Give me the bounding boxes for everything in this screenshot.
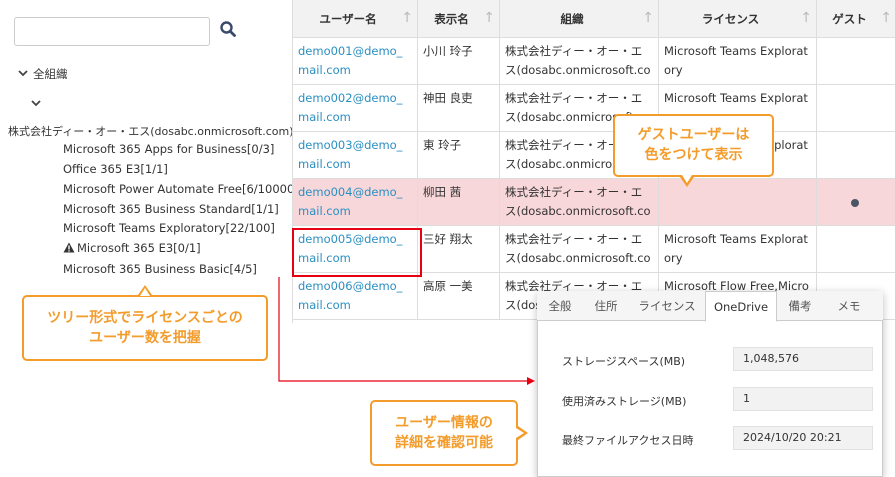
cell-username[interactable]: demo001@demo_mail.com bbox=[293, 38, 418, 84]
column-header-organization[interactable]: 組織 ↑ bbox=[500, 0, 659, 38]
chevron-down-icon[interactable] bbox=[30, 98, 42, 108]
cell-license: Microsoft Teams Exploratory bbox=[659, 38, 817, 84]
column-header-username[interactable]: ユーザー名 ↑ bbox=[293, 0, 418, 38]
tree-item-license[interactable]: Microsoft 365 Apps for Business[0/3] bbox=[63, 142, 274, 156]
tab-notes[interactable]: 備考 bbox=[777, 291, 823, 321]
cell-organization: 株式会社ディー・オー・エス(dosabc.onmicrosoft.com) bbox=[500, 38, 659, 84]
cell-display-name: 三好 翔太 bbox=[418, 226, 500, 272]
header-label: ライセンス bbox=[701, 12, 760, 26]
cell-guest bbox=[817, 38, 895, 84]
cell-username[interactable]: demo003@demo_mail.com bbox=[293, 132, 418, 178]
cell-organization: 株式会社ディー・オー・エス(dosabc.onmicrosoft.com) bbox=[500, 179, 659, 225]
detail-tabs: 全般 住所 ライセンス OneDrive 備考 メモ bbox=[537, 291, 883, 322]
chevron-down-icon[interactable] bbox=[17, 68, 29, 78]
tab-memo[interactable]: メモ bbox=[823, 291, 875, 321]
tab-license[interactable]: ライセンス bbox=[629, 291, 705, 321]
cell-display-name: 東 玲子 bbox=[418, 132, 500, 178]
guest-dot-icon bbox=[851, 199, 859, 207]
cell-guest bbox=[817, 85, 895, 131]
header-label: 組織 bbox=[560, 12, 584, 26]
search-icon bbox=[220, 21, 236, 37]
table-row[interactable]: demo001@demo_mail.com 小川 玲子 株式会社ディー・オー・エス(… bbox=[293, 38, 895, 85]
callout-tree-license: ツリー形式でライセンスごとの ユーザー数を把握 bbox=[22, 295, 268, 361]
cell-username[interactable]: demo004@demo_mail.com bbox=[293, 179, 418, 225]
last-access-label: 最終ファイルアクセス日時 bbox=[562, 434, 694, 447]
header-label: ゲスト bbox=[832, 12, 867, 26]
callout-guest-color: ゲストユーザーは 色をつけて表示 bbox=[613, 114, 774, 177]
tree-item-license[interactable]: Office 365 E3[1/1] bbox=[63, 162, 168, 176]
cell-guest bbox=[817, 132, 895, 178]
callout-tail bbox=[516, 428, 524, 438]
cell-username[interactable]: demo006@demo_mail.com bbox=[293, 273, 418, 319]
storage-space-label: ストレージスペース(MB) bbox=[562, 355, 686, 368]
header-label: ユーザー名 bbox=[319, 12, 377, 26]
used-storage-label: 使用済みストレージ(MB) bbox=[562, 395, 687, 408]
license-tree-panel: 全組織 株式会社ディー・オー・エス(dosabc.onmicrosoft.com… bbox=[0, 0, 299, 323]
onedrive-details: ストレージスペース(MB) 1,048,576 使用済みストレージ(MB) 1 … bbox=[537, 321, 883, 477]
table-row[interactable]: demo002@demo_mail.com 神田 良吏 株式会社ディー・オー・エス(… bbox=[293, 85, 895, 132]
callout-tail bbox=[140, 288, 150, 296]
sort-arrow-icon[interactable]: ↑ bbox=[880, 10, 892, 26]
cell-organization: 株式会社ディー・オー・エス(dosabc.onmicrosoft.com) bbox=[500, 226, 659, 272]
tab-onedrive[interactable]: OneDrive bbox=[705, 291, 777, 322]
used-storage-value: 1 bbox=[733, 387, 873, 411]
warning-icon bbox=[63, 242, 75, 253]
cell-display-name: 神田 良吏 bbox=[418, 85, 500, 131]
tree-item-license[interactable]: Microsoft Teams Exploratory[22/100] bbox=[63, 221, 275, 235]
search-button[interactable] bbox=[219, 20, 239, 42]
callout-user-detail: ユーザー情報の 詳細を確認可能 bbox=[370, 400, 518, 466]
cell-display-name: 柳田 茜 bbox=[418, 179, 500, 225]
tree-item-license[interactable]: Microsoft 365 Business Standard[1/1] bbox=[63, 202, 279, 216]
tree-item-license[interactable]: Microsoft Power Automate Free[6/10000] bbox=[63, 182, 299, 196]
highlight-box bbox=[292, 228, 422, 277]
sort-arrow-icon[interactable]: ↑ bbox=[483, 10, 495, 26]
table-row[interactable]: demo004@demo_mail.com 柳田 茜株式会社ディー・オー・エス(d… bbox=[293, 179, 895, 226]
sort-arrow-icon[interactable]: ↑ bbox=[642, 10, 654, 26]
tab-general[interactable]: 全般 bbox=[537, 291, 583, 321]
table-row[interactable]: demo003@demo_mail.com 東 玲子 株式会社ディー・オー・エス(d… bbox=[293, 132, 895, 179]
callout-tail bbox=[682, 175, 692, 183]
header-label: 表示名 bbox=[434, 12, 469, 26]
storage-space-value: 1,048,576 bbox=[733, 347, 873, 371]
sort-arrow-icon[interactable]: ↑ bbox=[401, 10, 413, 26]
sort-arrow-icon[interactable]: ↑ bbox=[800, 10, 812, 26]
tree-item-license[interactable]: Microsoft 365 E3[0/1] bbox=[63, 241, 201, 255]
last-access-value: 2024/10/20 20:21 bbox=[733, 426, 873, 450]
cell-license: Microsoft Teams Exploratory bbox=[659, 226, 817, 272]
cell-username[interactable]: demo002@demo_mail.com bbox=[293, 85, 418, 131]
column-header-license[interactable]: ライセンス ↑ bbox=[659, 0, 817, 38]
tree-root-all-orgs[interactable]: 全組織 bbox=[33, 66, 68, 82]
tree-node-org[interactable]: 株式会社ディー・オー・エス(dosabc.onmicrosoft.com) bbox=[8, 123, 294, 139]
column-header-guest[interactable]: ゲスト ↑ bbox=[817, 0, 895, 38]
column-header-display-name[interactable]: 表示名 ↑ bbox=[418, 0, 500, 38]
tree-item-license[interactable]: Microsoft 365 Business Basic[4/5] bbox=[63, 262, 257, 276]
cell-display-name: 小川 玲子 bbox=[418, 38, 500, 84]
cell-guest bbox=[817, 226, 895, 272]
tree-item-label: Microsoft 365 E3[0/1] bbox=[77, 241, 201, 255]
cell-display-name: 高原 一美 bbox=[418, 273, 500, 319]
user-detail-panel: 全般 住所 ライセンス OneDrive 備考 メモ ストレージスペース(MB)… bbox=[537, 291, 883, 477]
cell-guest bbox=[817, 179, 895, 225]
tab-address[interactable]: 住所 bbox=[583, 291, 629, 321]
search-input[interactable] bbox=[14, 17, 210, 46]
